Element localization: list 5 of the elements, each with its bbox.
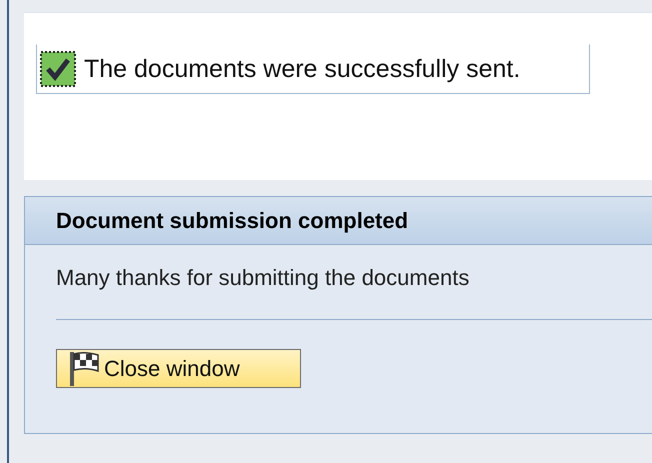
- message-text: The documents were successfully sent.: [84, 54, 520, 84]
- checkered-flag-icon: [69, 350, 99, 386]
- panel-title: Document submission completed: [56, 208, 408, 234]
- thanks-text: Many thanks for submitting the documents: [56, 265, 470, 291]
- close-window-button[interactable]: Close window: [56, 349, 301, 388]
